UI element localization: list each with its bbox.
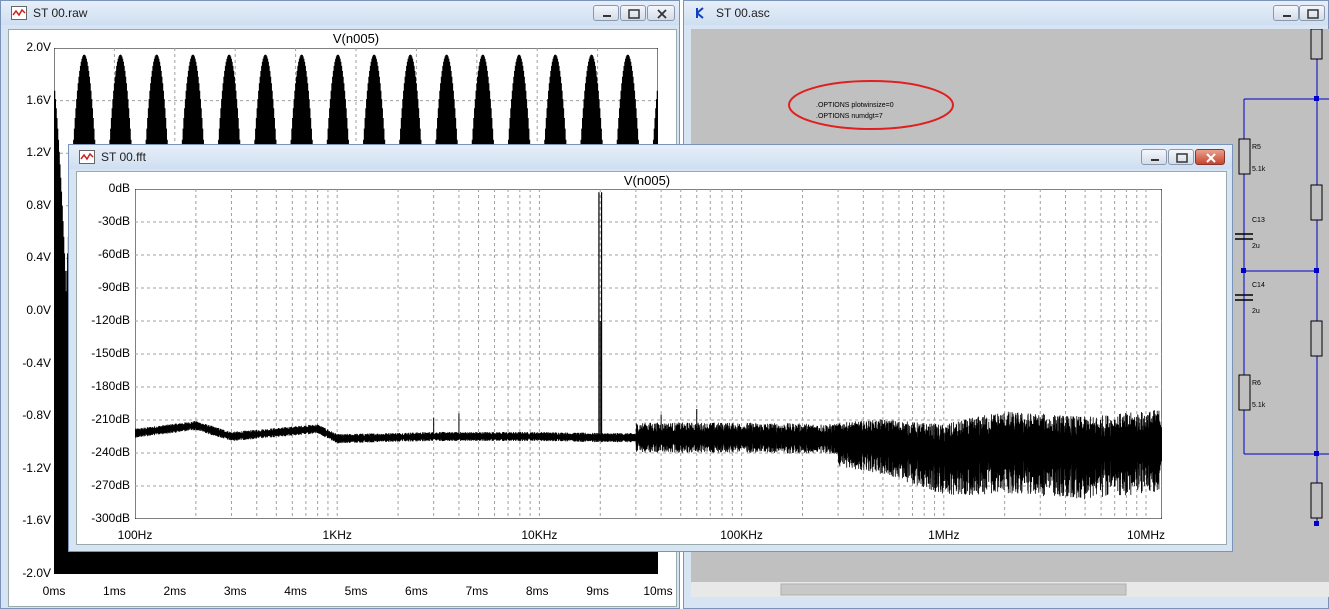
x-tick-label: 5ms (344, 584, 368, 598)
y-tick-label: -60dB (97, 247, 130, 261)
x-tick-label: 2ms (163, 584, 187, 598)
close-button[interactable] (1195, 149, 1225, 165)
y-tick-label: -30dB (97, 214, 130, 228)
x-tick-label: 10KHz (521, 528, 558, 542)
y-tick-label: -1.6V (22, 513, 51, 528)
y-tick-label: -150dB (91, 346, 130, 360)
maximize-button[interactable] (1168, 149, 1194, 165)
minimize-icon (1283, 15, 1291, 17)
y-tick-label: 1.6V (26, 92, 51, 107)
x-tick-label: 100KHz (720, 528, 763, 542)
y-tick-label: 1.2V (26, 145, 51, 160)
component-label: R6 (1252, 380, 1261, 387)
x-tick-label: 3ms (223, 584, 247, 598)
maximize-button[interactable] (620, 5, 646, 21)
waveform-window-title: ST 00.raw (33, 6, 88, 20)
y-tick-label: -180dB (91, 379, 130, 393)
y-tick-label: -0.8V (22, 408, 51, 423)
x-tick-label: 6ms (405, 584, 428, 598)
fft-window[interactable]: ST 00.fft V(n005) 0dB -30dB -60dB -90dB -120… (68, 144, 1233, 552)
close-icon (657, 9, 667, 19)
component-label: C13 (1252, 217, 1265, 224)
schematic-app-icon (696, 7, 704, 19)
close-icon (1206, 153, 1216, 163)
minimize-button[interactable] (1141, 149, 1167, 165)
y-tick-label: 0.4V (26, 250, 51, 265)
spice-directive: .OPTIONS plotwinsize=0 (816, 102, 894, 109)
y-tick-label: -120dB (91, 313, 130, 327)
y-tick-label: 0dB (108, 181, 130, 195)
component-label: R5 (1252, 144, 1261, 151)
waveform-titlebar[interactable]: ST 00.raw (1, 1, 679, 25)
x-tick-label: 10MHz (1126, 528, 1165, 542)
trace-label[interactable]: V(n005) (333, 31, 379, 46)
maximize-icon (1176, 153, 1188, 163)
x-tick-label: 0ms (42, 584, 66, 598)
maximize-icon (1307, 9, 1319, 19)
component-value: 5.1k (1252, 402, 1266, 409)
x-tick-label: 100Hz (117, 528, 153, 542)
minimize-button[interactable] (1273, 5, 1299, 21)
y-tick-label: -210dB (91, 412, 130, 426)
component-value: 2u (1252, 243, 1260, 250)
x-tick-label: 1KHz (322, 528, 352, 542)
component-label: C14 (1252, 282, 1265, 289)
y-tick-label: -2.0V (22, 566, 51, 580)
fft-window-title: ST 00.fft (101, 150, 146, 164)
x-tick-label: 8ms (525, 584, 549, 598)
y-tick-label: -1.2V (22, 460, 51, 475)
y-tick-label: -300dB (91, 511, 130, 525)
x-tick-label: 10ms (643, 584, 673, 598)
waveform-app-icon (11, 6, 27, 20)
y-tick-label: 0.8V (26, 197, 51, 212)
x-tick-label: 7ms (465, 584, 489, 598)
schematic-window-title: ST 00.asc (716, 6, 770, 20)
y-tick-label: -90dB (97, 280, 130, 294)
fft-titlebar[interactable]: ST 00.fft (69, 145, 1232, 169)
y-tick-label: 0.0V (26, 303, 51, 317)
minimize-icon (603, 15, 611, 17)
fft-plot-area[interactable]: V(n005) 0dB -30dB -60dB -90dB -120dB -150dB -1… (76, 171, 1227, 545)
fft-plot[interactable] (135, 189, 1162, 519)
waveform-app-icon (79, 150, 95, 164)
maximize-icon (628, 9, 640, 19)
maximize-button[interactable] (1299, 5, 1325, 21)
component-value: 5.1k (1252, 166, 1266, 173)
y-tick-label: -240dB (91, 445, 130, 459)
component-value: 2u (1252, 308, 1260, 315)
schematic-titlebar[interactable]: ST 00.asc (684, 1, 1328, 25)
close-button[interactable] (647, 5, 675, 21)
trace-label[interactable]: V(n005) (624, 173, 670, 188)
minimize-icon (1151, 159, 1159, 161)
x-tick-label: 1MHz (928, 528, 960, 542)
y-tick-label: 2.0V (26, 40, 51, 54)
x-tick-label: 1ms (103, 584, 126, 598)
x-tick-label: 4ms (284, 584, 307, 598)
spice-directive: .OPTIONS numdgt=7 (816, 113, 883, 120)
y-tick-label: -0.4V (22, 355, 51, 370)
x-tick-label: 9ms (586, 584, 609, 598)
minimize-button[interactable] (593, 5, 619, 21)
y-tick-label: -270dB (91, 478, 130, 492)
